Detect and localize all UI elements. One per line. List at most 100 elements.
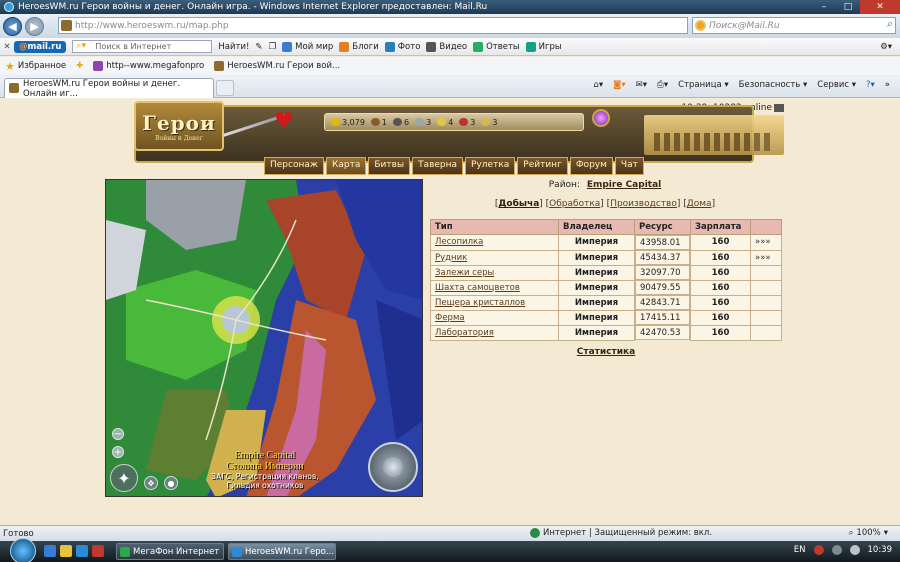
folder-icon[interactable] [60, 545, 72, 557]
statistics-link[interactable]: Статистика [577, 347, 635, 357]
object-link[interactable]: Ферма [435, 313, 465, 323]
toolbar-options-icon[interactable]: ⚙▾ [880, 42, 892, 52]
mailru-toolbar: ✕ @mail.ru ⌕▾ Поиск в Интернет Найти! ✎ … [0, 38, 900, 56]
safety-menu[interactable]: Безопасность ▾ [739, 80, 808, 90]
subtab-mining[interactable]: Добыча [498, 199, 539, 209]
new-tab-button[interactable] [216, 80, 234, 96]
tools-menu[interactable]: Сервис ▾ [817, 80, 856, 90]
subtab-processing[interactable]: Обработка [549, 199, 600, 209]
toolbar-search-input[interactable]: ⌕▾ Поиск в Интернет [72, 40, 213, 53]
menu-rating[interactable]: Рейтинг [517, 157, 568, 175]
tray-volume-icon[interactable] [849, 545, 860, 555]
object-resource: 42843.71 [635, 295, 690, 310]
zoom-control[interactable]: ⌕ 100% ▾ [849, 528, 888, 538]
district-link[interactable]: Empire Capital [587, 180, 661, 190]
menu-roulette[interactable]: Рулетка [465, 157, 516, 175]
home-icon[interactable]: ⌂▾ [593, 80, 603, 90]
menu-map[interactable]: Карта [325, 157, 367, 175]
show-desktop-icon[interactable] [44, 545, 56, 557]
toolbar-pencil-icon[interactable]: ✎ [255, 42, 262, 52]
world-map[interactable]: − + ✦ ✥ ● Empire Capital Столица Империи… [105, 179, 423, 497]
toolbar-item-games[interactable]: Игры [525, 41, 562, 52]
game-logo[interactable]: Герои Войны и Денег [134, 101, 224, 151]
object-owner: Империя [558, 294, 635, 311]
object-owner: Империя [558, 279, 635, 296]
toolbar-item-video[interactable]: Видео [426, 41, 467, 52]
toolbar-copy-icon[interactable]: ❐ [269, 42, 277, 52]
page-menu[interactable]: Страница ▾ [678, 80, 729, 90]
object-link[interactable]: Шахта самоцветов [435, 283, 520, 293]
taskbar-button-heroes[interactable]: HeroesWM.ru Геро... [228, 543, 336, 560]
map-navigation-wheel[interactable] [368, 442, 418, 492]
menu-forum[interactable]: Форум [569, 157, 613, 175]
resource-ore: 6 [393, 118, 409, 127]
back-button[interactable]: ◀ [3, 16, 22, 36]
object-link[interactable]: Лаборатория [435, 328, 494, 338]
address-bar[interactable]: http://www.heroeswm.ru/map.php ▣ ⟳ ✕ [58, 17, 736, 34]
site-favicon-icon [61, 20, 72, 31]
ie-quicklaunch-icon[interactable] [76, 545, 88, 557]
forward-button[interactable]: ▶ [25, 16, 44, 36]
megafon-task-icon [120, 547, 130, 557]
favorites-link-megafon[interactable]: http--www.megafonpro [93, 61, 204, 71]
app-quicklaunch-icon[interactable] [92, 545, 104, 557]
game-menu: Персонаж Карта Битвы Таверна Рулетка Рей… [264, 157, 644, 175]
toolbar-find-button[interactable]: Найти! [218, 42, 249, 52]
wood-icon [370, 118, 380, 126]
mailru-logo[interactable]: @mail.ru [14, 40, 67, 53]
toolbar-close-icon[interactable]: ✕ [0, 42, 14, 52]
close-button[interactable]: ✕ [860, 0, 900, 14]
favorites-button[interactable]: Избранное [18, 61, 66, 71]
object-link[interactable]: Лесопилка [435, 237, 483, 247]
security-zone[interactable]: Интернет | Защищенный режим: вкл. [530, 528, 712, 538]
object-more-link[interactable]: »»» [750, 234, 782, 251]
tray-network-icon[interactable] [831, 545, 842, 555]
menu-character[interactable]: Персонаж [264, 157, 324, 175]
search-box[interactable]: Поиск@Mail.Ru ⌕ [692, 17, 896, 34]
toolbar-item-blogs[interactable]: Блоги [339, 41, 379, 52]
clock[interactable]: 10:39 [868, 545, 893, 555]
menu-battles[interactable]: Битвы [368, 157, 411, 175]
subtab-production[interactable]: Производство [610, 199, 677, 209]
my-world-icon [282, 41, 293, 52]
toolbar-item-photo[interactable]: Фото [384, 41, 420, 52]
help-icon[interactable]: ?▾ [866, 80, 875, 90]
object-link[interactable]: Рудник [435, 253, 467, 263]
tray-alert-icon[interactable] [813, 545, 824, 555]
object-link[interactable]: Пещера кристаллов [435, 298, 525, 308]
search-icon[interactable]: ⌕ [886, 19, 892, 30]
favorites-link-heroes[interactable]: HeroesWM.ru Герои вой... [214, 61, 340, 71]
subtab-houses[interactable]: Дома [687, 199, 712, 209]
table-row: Шахта самоцветов Империя 90479.55 160 [430, 279, 782, 296]
resource-sulfur: 4 [437, 118, 453, 127]
col-owner: Владелец [558, 219, 635, 235]
mail-icon[interactable]: ✉▾ [636, 80, 647, 90]
toolbar-item-my-world[interactable]: Мой мир [282, 41, 333, 52]
object-more-link [750, 309, 782, 326]
chevron-down-icon: ▾ [883, 528, 888, 538]
toolbar-item-answers[interactable]: Ответы [473, 41, 520, 52]
language-indicator[interactable]: EN [794, 545, 806, 555]
favorites-add-icon[interactable]: ✚ [76, 61, 83, 71]
menu-tavern[interactable]: Таверна [412, 157, 464, 175]
taskbar-button-megafon[interactable]: МегаФон Интернет [116, 543, 224, 560]
resource-bar: 3,079 1 6 3 4 3 3 [324, 113, 584, 131]
start-button[interactable] [10, 538, 36, 562]
maximize-button[interactable]: □ [836, 0, 860, 14]
object-resource: 17415.11 [635, 310, 690, 325]
tab-heroes[interactable]: HeroesWM.ru Герои войны и денег. Онлайн … [4, 78, 214, 99]
minimize-button[interactable]: – [812, 0, 836, 14]
zoom-out-button[interactable]: − [112, 428, 124, 440]
object-link[interactable]: Залежи серы [435, 268, 494, 278]
favorites-star-icon[interactable]: ★ [5, 60, 15, 73]
zoom-icon: ⌕ [848, 528, 854, 538]
print-icon[interactable]: ⎙▾ [657, 80, 668, 90]
castle-decoration [644, 115, 784, 155]
object-owner: Империя [558, 309, 635, 326]
menu-chat[interactable]: Чат [614, 157, 644, 175]
object-more-link[interactable]: »»» [750, 249, 782, 266]
object-more-link [750, 279, 782, 296]
feeds-icon[interactable]: ◙▾ [613, 80, 626, 90]
chevron-right-icon[interactable]: » [885, 80, 890, 90]
status-text: Готово [3, 528, 34, 539]
